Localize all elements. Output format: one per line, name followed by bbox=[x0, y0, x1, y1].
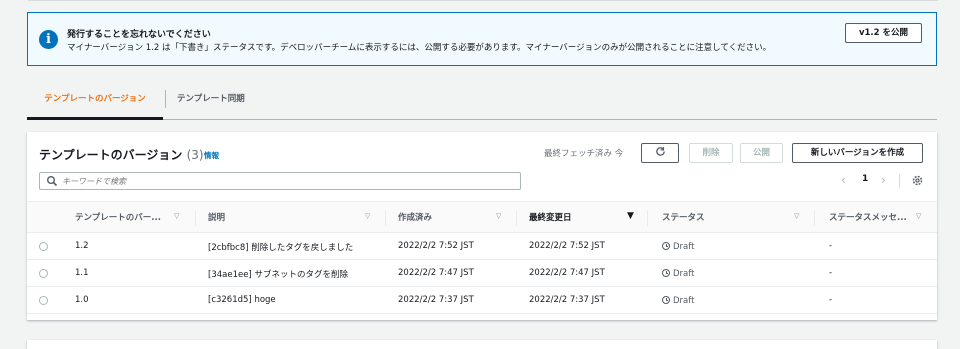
row-radio[interactable] bbox=[39, 269, 48, 278]
modified-cell: 2022/2/2 7:52 JST bbox=[529, 241, 605, 251]
status-cell: Draft bbox=[662, 268, 694, 279]
column-header-version[interactable]: テンプレートのバー... bbox=[75, 211, 161, 223]
status-message-cell: - bbox=[829, 268, 833, 278]
tab-template-versions[interactable]: テンプレートのバージョン bbox=[27, 86, 163, 120]
row-radio[interactable] bbox=[39, 296, 48, 305]
page-number[interactable]: 1 bbox=[862, 174, 868, 184]
created-cell: 2022/2/2 7:52 JST bbox=[398, 241, 474, 251]
refresh-button[interactable] bbox=[641, 143, 679, 163]
column-header-status[interactable]: ステータス bbox=[662, 211, 705, 223]
next-panel bbox=[27, 340, 937, 349]
column-header-status-message[interactable]: ステータスメッセ... bbox=[829, 211, 907, 223]
table-row[interactable]: 1.1 [34ae1ee] サブネットのタグを削除 2022/2/2 7:47 … bbox=[27, 260, 937, 287]
status-text: Draft bbox=[673, 269, 695, 279]
publish-button[interactable]: 公開 bbox=[740, 143, 783, 163]
info-link[interactable]: 情報 bbox=[204, 150, 219, 161]
sort-icon[interactable]: ▽ bbox=[174, 212, 179, 220]
created-cell: 2022/2/2 7:37 JST bbox=[398, 295, 474, 305]
version-cell: 1.1 bbox=[75, 268, 89, 278]
delete-button[interactable]: 削除 bbox=[689, 143, 733, 163]
status-cell: Draft bbox=[662, 241, 694, 252]
column-header-created[interactable]: 作成済み bbox=[398, 211, 432, 223]
alert-title: 発行することを忘れないでください bbox=[67, 30, 211, 40]
status-text: Draft bbox=[673, 296, 695, 306]
sort-descending-icon[interactable]: ▼ bbox=[627, 211, 634, 221]
panel-title-text: テンプレートのバージョン bbox=[39, 148, 183, 162]
search-field[interactable] bbox=[39, 172, 521, 190]
top-divider bbox=[0, 0, 960, 4]
panel-title: テンプレートのバージョン (3) bbox=[39, 146, 204, 163]
table-header: テンプレートのバー... ▽ 説明 ▽ 作成済み ▽ 最終変更日 ▼ ステータス… bbox=[27, 201, 937, 233]
clock-icon bbox=[662, 269, 670, 277]
clock-icon bbox=[662, 242, 670, 250]
version-count: (3) bbox=[186, 148, 204, 162]
column-divider bbox=[814, 210, 815, 226]
sort-icon[interactable]: ▽ bbox=[794, 212, 799, 220]
description-cell: [c3261d5] hoge bbox=[208, 295, 276, 305]
search-input[interactable] bbox=[62, 174, 502, 188]
status-text: Draft bbox=[673, 242, 695, 252]
modified-cell: 2022/2/2 7:37 JST bbox=[529, 295, 605, 305]
description-cell: [34ae1ee] サブネットのタグを削除 bbox=[208, 270, 348, 280]
version-cell: 1.0 bbox=[75, 295, 89, 305]
column-header-last-modified[interactable]: 最終変更日 bbox=[529, 211, 572, 223]
tab-bar: テンプレートのバージョン テンプレート同期 bbox=[27, 86, 937, 120]
template-versions-panel: テンプレートのバージョン (3) 情報 最終フェッチ済み 今 削除 公開 新しい… bbox=[27, 132, 937, 320]
tab-template-sync[interactable]: テンプレート同期 bbox=[177, 86, 245, 118]
created-cell: 2022/2/2 7:47 JST bbox=[398, 268, 474, 278]
search-icon bbox=[47, 176, 58, 187]
chevron-right-icon[interactable]: › bbox=[881, 173, 886, 187]
status-message-cell: - bbox=[829, 295, 833, 305]
refresh-icon bbox=[655, 147, 665, 156]
gear-icon[interactable] bbox=[911, 174, 924, 187]
sort-icon[interactable]: ▽ bbox=[496, 212, 501, 220]
column-divider bbox=[195, 210, 196, 226]
column-divider bbox=[516, 210, 517, 226]
sort-icon[interactable]: ▽ bbox=[365, 212, 370, 220]
sort-icon[interactable]: ▽ bbox=[916, 212, 921, 220]
description-cell: [2cbfbc8] 削除したタグを戻しました bbox=[208, 243, 354, 253]
publish-reminder-alert: i 発行することを忘れないでください マイナーバージョン 1.2 は「下書き」ス… bbox=[27, 12, 937, 66]
column-header-description[interactable]: 説明 bbox=[208, 211, 225, 223]
status-cell: Draft bbox=[662, 295, 694, 306]
table-row[interactable]: 1.2 [2cbfbc8] 削除したタグを戻しました 2022/2/2 7:52… bbox=[27, 233, 937, 260]
row-radio[interactable] bbox=[39, 242, 48, 251]
version-cell: 1.2 bbox=[75, 241, 89, 251]
alert-message: マイナーバージョン 1.2 は「下書き」ステータスです。デベロッパーチームに表示… bbox=[67, 43, 772, 53]
last-fetched-text: 最終フェッチ済み 今 bbox=[544, 149, 624, 159]
column-divider bbox=[385, 210, 386, 226]
modified-cell: 2022/2/2 7:47 JST bbox=[529, 268, 605, 278]
tab-divider bbox=[165, 90, 166, 108]
info-icon: i bbox=[39, 30, 58, 49]
publish-version-button[interactable]: v1.2 を公開 bbox=[845, 23, 922, 43]
chevron-left-icon[interactable]: ‹ bbox=[841, 173, 846, 187]
table-row[interactable]: 1.0 [c3261d5] hoge 2022/2/2 7:37 JST 202… bbox=[27, 287, 937, 314]
clock-icon bbox=[662, 296, 670, 304]
column-divider bbox=[647, 210, 648, 226]
create-version-button[interactable]: 新しいバージョンを作成 bbox=[792, 143, 923, 163]
pager-divider bbox=[899, 174, 900, 188]
status-message-cell: - bbox=[829, 241, 833, 251]
panel-header: テンプレートのバージョン (3) 情報 最終フェッチ済み 今 削除 公開 新しい… bbox=[27, 132, 937, 200]
